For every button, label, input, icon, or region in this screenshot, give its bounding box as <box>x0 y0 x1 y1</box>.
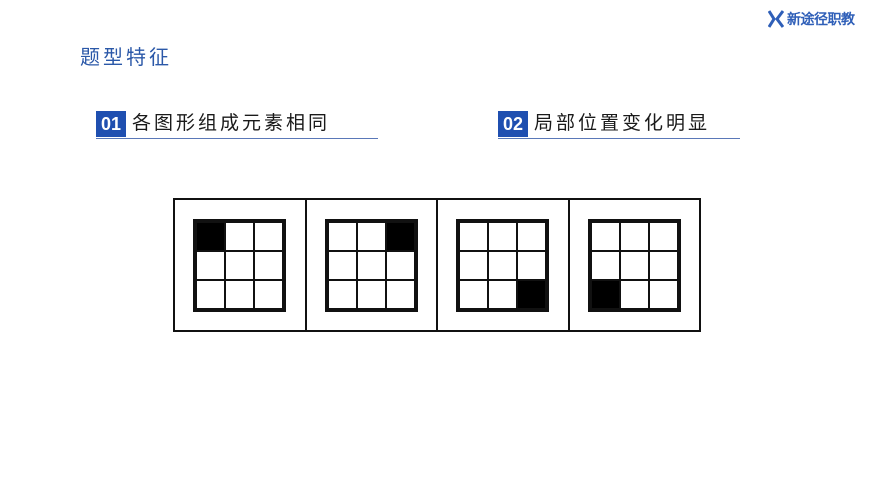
empty-square <box>254 250 284 280</box>
empty-square <box>590 221 620 251</box>
empty-square <box>590 250 620 280</box>
empty-square <box>619 250 649 280</box>
empty-square <box>225 250 255 280</box>
empty-square <box>488 279 518 309</box>
filled-square <box>196 221 226 251</box>
empty-square <box>254 279 284 309</box>
empty-square <box>459 250 489 280</box>
empty-square <box>648 250 678 280</box>
filled-square <box>385 221 415 251</box>
point-underline <box>96 138 378 139</box>
empty-square <box>488 250 518 280</box>
empty-square <box>196 279 226 309</box>
point-label: 局部位置变化明显 <box>534 112 711 134</box>
empty-square <box>196 250 226 280</box>
feature-point-1: 01 各图形组成元素相同 <box>96 109 378 139</box>
empty-square <box>225 221 255 251</box>
grid-3x3 <box>456 218 550 312</box>
empty-square <box>619 221 649 251</box>
empty-square <box>648 279 678 309</box>
figure-3 <box>438 200 570 330</box>
point-number: 01 <box>96 111 127 137</box>
empty-square <box>356 221 386 251</box>
empty-square <box>459 221 489 251</box>
brand-logo: 新途径职教 <box>767 9 855 29</box>
grid-3x3 <box>193 218 287 312</box>
page-title: 题型特征 <box>80 45 172 69</box>
empty-square <box>327 279 357 309</box>
point-underline <box>498 138 740 139</box>
figure-sequence <box>173 198 701 332</box>
figure-4 <box>570 200 700 330</box>
filled-square <box>590 279 620 309</box>
brand-name: 新途径职教 <box>787 12 855 28</box>
empty-square <box>327 250 357 280</box>
point-number: 02 <box>498 111 529 137</box>
x-logo-icon <box>767 10 785 28</box>
figure-2 <box>307 200 438 330</box>
empty-square <box>488 221 518 251</box>
empty-square <box>619 279 649 309</box>
empty-square <box>356 250 386 280</box>
empty-square <box>648 221 678 251</box>
empty-square <box>225 279 255 309</box>
empty-square <box>385 250 415 280</box>
grid-3x3 <box>324 218 418 312</box>
point-label: 各图形组成元素相同 <box>132 112 331 134</box>
empty-square <box>385 279 415 309</box>
grid-3x3 <box>587 218 681 312</box>
empty-square <box>254 221 284 251</box>
filled-square <box>517 279 547 309</box>
empty-square <box>356 279 386 309</box>
empty-square <box>517 221 547 251</box>
empty-square <box>459 279 489 309</box>
figure-1 <box>175 200 307 330</box>
empty-square <box>517 250 547 280</box>
feature-point-2: 02 局部位置变化明显 <box>498 109 740 139</box>
empty-square <box>327 221 357 251</box>
